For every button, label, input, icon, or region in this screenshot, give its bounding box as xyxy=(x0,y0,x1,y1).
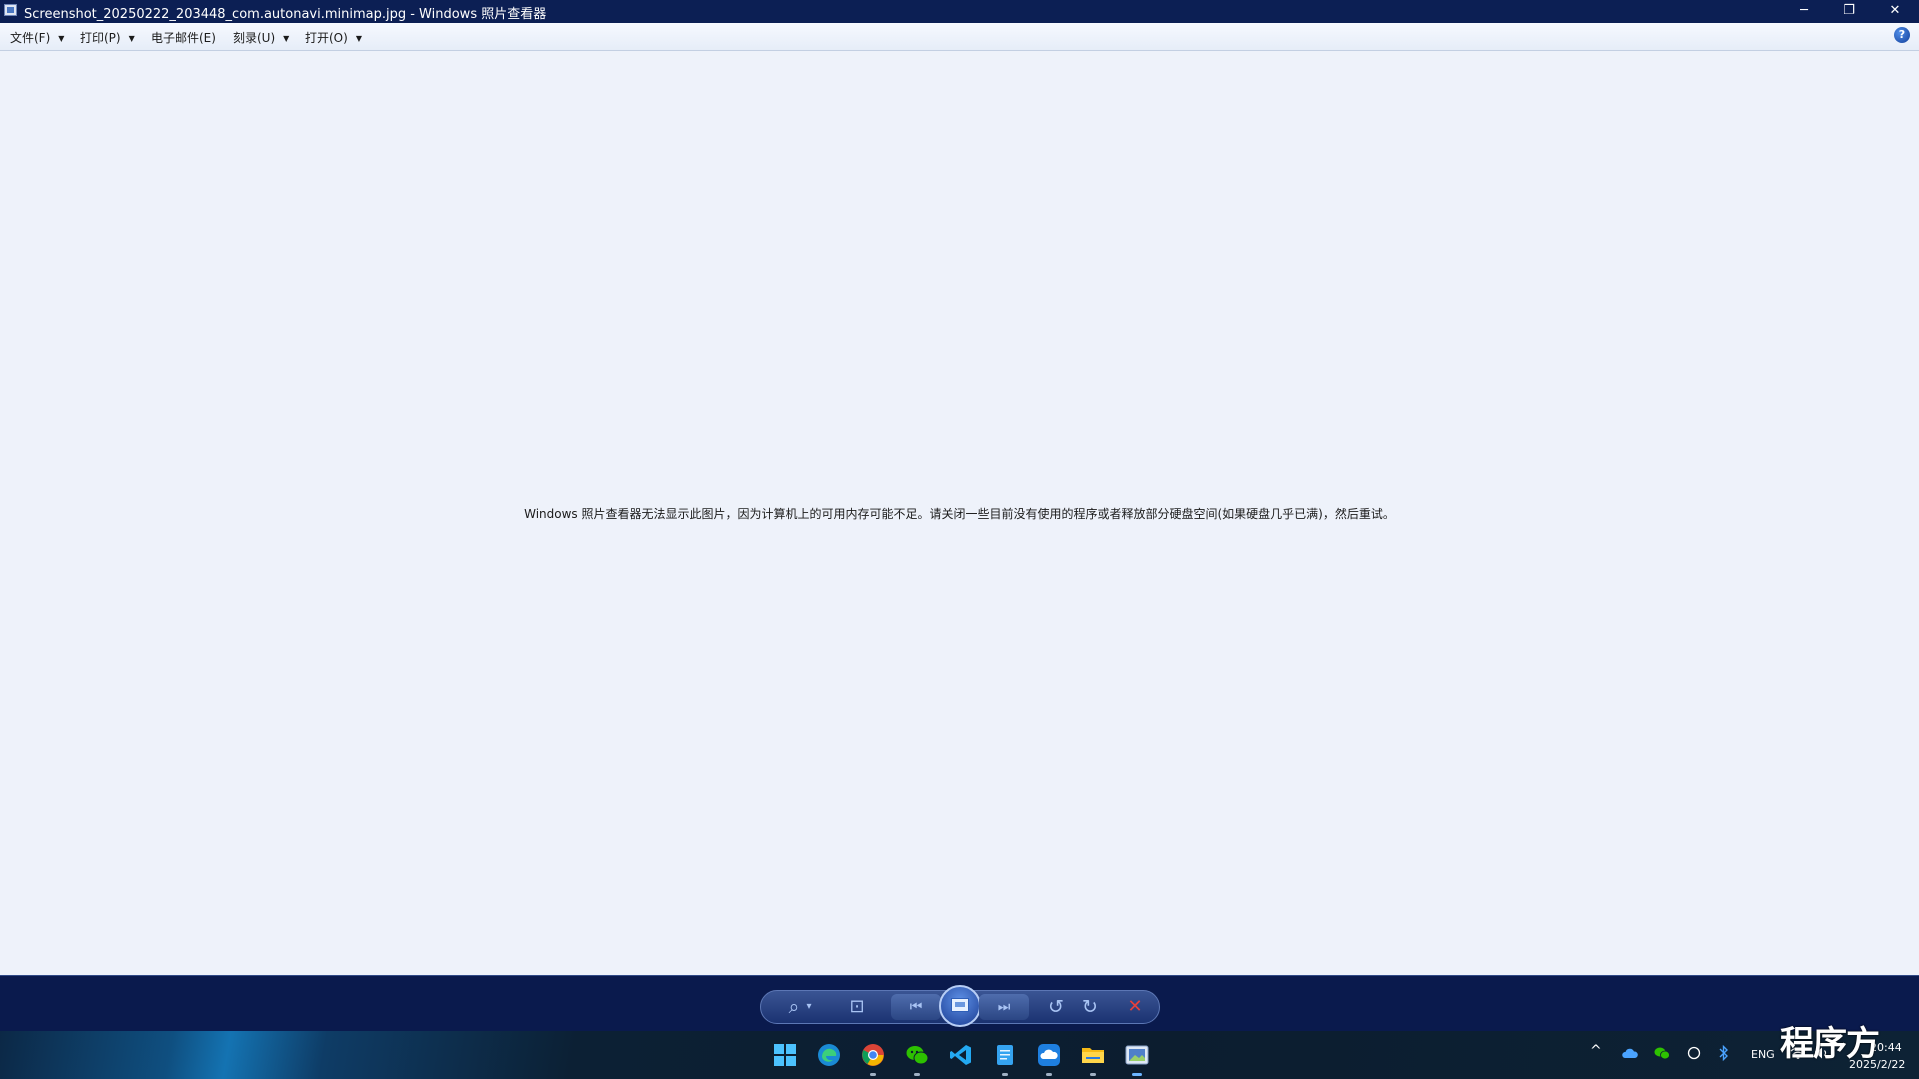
tray-circle-icon[interactable] xyxy=(1687,1046,1701,1063)
language-indicator[interactable]: ENG xyxy=(1751,1048,1775,1061)
menu-burn[interactable]: 刻录(U) ▼ xyxy=(233,29,289,46)
window-title: Screenshot_20250222_203448_com.autonavi.… xyxy=(24,7,547,22)
menu-open-label: 打开(O) xyxy=(305,31,348,45)
menu-email-label: 电子邮件(E) xyxy=(151,31,216,45)
file-explorer-icon[interactable] xyxy=(1081,1043,1105,1067)
edge-icon[interactable] xyxy=(817,1043,841,1067)
slideshow-icon xyxy=(951,998,969,1012)
vscode-icon[interactable] xyxy=(949,1043,973,1067)
chevron-down-icon: ▼ xyxy=(283,34,290,43)
playback-controls: ⌕ ▾ ⊡ ⏮ ⏭ ↺ ↻ ✕ xyxy=(760,985,1160,1027)
close-window-button[interactable]: ✕ xyxy=(1872,0,1918,23)
delete-icon[interactable]: ✕ xyxy=(1123,991,1147,1023)
zoom-dropdown-icon[interactable]: ▾ xyxy=(804,991,814,1023)
zoom-icon[interactable]: ⌕ xyxy=(783,991,805,1023)
rotate-clockwise-icon[interactable]: ↻ xyxy=(1078,991,1102,1023)
tray-chevron-icon[interactable]: ^ xyxy=(1590,1043,1602,1059)
chrome-icon[interactable] xyxy=(861,1043,885,1067)
actual-size-icon[interactable]: ⊡ xyxy=(845,991,869,1023)
menu-burn-label: 刻录(U) xyxy=(233,31,276,45)
menu-open[interactable]: 打开(O) ▼ xyxy=(305,29,362,46)
viewer-control-bar: ⌕ ▾ ⊡ ⏮ ⏭ ↺ ↻ ✕ xyxy=(0,975,1919,1031)
active-indicator xyxy=(1132,1073,1142,1076)
slideshow-button[interactable] xyxy=(939,985,981,1027)
previous-icon: ⏮ xyxy=(909,999,923,1015)
help-icon[interactable]: ? xyxy=(1894,27,1910,43)
menu-file-label: 文件(F) xyxy=(10,31,51,45)
running-indicator xyxy=(914,1073,920,1076)
previous-button[interactable]: ⏮ xyxy=(891,994,941,1020)
error-message: Windows 照片查看器无法显示此图片，因为计算机上的可用内存可能不足。请关闭… xyxy=(524,507,1395,521)
running-indicator xyxy=(870,1073,876,1076)
menu-file[interactable]: 文件(F) ▼ xyxy=(10,29,64,46)
start-icon[interactable] xyxy=(773,1043,797,1067)
menu-print[interactable]: 打印(P) ▼ xyxy=(80,29,135,46)
image-viewer-area: Windows 照片查看器无法显示此图片，因为计算机上的可用内存可能不足。请关闭… xyxy=(0,51,1919,975)
running-indicator xyxy=(1090,1073,1096,1076)
next-icon: ⏭ xyxy=(997,999,1011,1015)
running-indicator xyxy=(1002,1073,1008,1076)
tray-wechat-icon[interactable] xyxy=(1654,1046,1670,1063)
chevron-down-icon: ▼ xyxy=(128,34,135,43)
taskbar: ^ ENG xyxy=(0,1031,1919,1079)
photo-viewer-app-icon xyxy=(4,4,17,16)
menu-email[interactable]: 电子邮件(E) xyxy=(151,29,216,46)
title-bar: Screenshot_20250222_203448_com.autonavi.… xyxy=(0,0,1919,23)
cloud-icon[interactable] xyxy=(1037,1043,1061,1067)
notepad-icon[interactable] xyxy=(993,1043,1017,1067)
photo-viewer-icon[interactable] xyxy=(1125,1043,1149,1067)
rotate-counterclockwise-icon[interactable]: ↺ xyxy=(1044,991,1068,1023)
chevron-down-icon: ▼ xyxy=(355,34,362,43)
chevron-down-icon: ▼ xyxy=(58,34,65,43)
wechat-icon[interactable] xyxy=(905,1043,929,1067)
menu-print-label: 打印(P) xyxy=(80,31,121,45)
watermark-text: 程序方 xyxy=(1780,1024,1880,1064)
tray-cloud-icon[interactable] xyxy=(1622,1047,1638,1062)
menu-bar: 文件(F) ▼ 打印(P) ▼ 电子邮件(E) 刻录(U) ▼ 打开(O) ▼ ? xyxy=(0,23,1919,51)
minimize-button[interactable]: ─ xyxy=(1781,0,1827,23)
restore-button[interactable]: ❐ xyxy=(1826,0,1872,23)
running-indicator xyxy=(1046,1073,1052,1076)
bluetooth-icon[interactable] xyxy=(1719,1044,1729,1064)
next-button[interactable]: ⏭ xyxy=(979,994,1029,1020)
